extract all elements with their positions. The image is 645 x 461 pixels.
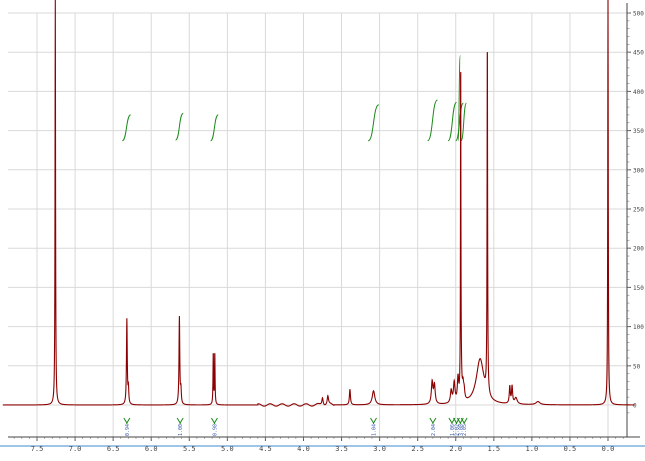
x-tick-label: 4.0 (297, 445, 310, 453)
x-tick-label: 5.5 (183, 445, 196, 453)
x-tick-label: 6.0 (145, 445, 158, 453)
x-tick-label: 3.5 (335, 445, 348, 453)
x-tick-label: 3.0 (373, 445, 386, 453)
integral-value-label: 0.94 (125, 424, 131, 436)
nmr-spectrum-chart: 0.94 1.00 0.98 1.04 2.04 1.06 2.02 3.08 2.05 7.5… (0, 0, 645, 457)
y-tick-label: 200 (633, 246, 644, 253)
x-tick-label: 0.0 (602, 445, 615, 453)
chart-background (0, 0, 645, 457)
integral-value-label: 0.98 (212, 424, 218, 436)
y-tick-label: 450 (633, 50, 644, 57)
y-tick-label: 250 (633, 207, 644, 214)
x-tick-label: 7.0 (69, 445, 82, 453)
x-tick-label: 5.0 (221, 445, 234, 453)
y-tick-label: 50 (633, 363, 641, 370)
x-tick-label: 2.0 (449, 445, 462, 453)
integral-value-label: 1.04 (372, 424, 378, 436)
y-tick-label: 0 (633, 403, 637, 410)
x-tick-label: 1.5 (487, 445, 500, 453)
integral-value-label: 2.04 (431, 424, 437, 436)
y-tick-label: 100 (633, 324, 644, 331)
integral-value-label: 2.05 (462, 424, 468, 436)
y-tick-label: 500 (633, 11, 644, 18)
y-tick-label: 150 (633, 285, 644, 292)
x-tick-label: 0.5 (564, 445, 577, 453)
x-tick-label: 2.5 (411, 445, 424, 453)
x-tick-label: 7.5 (31, 445, 44, 453)
integral-value-label: 1.00 (178, 424, 184, 436)
x-tick-label: 6.5 (107, 445, 120, 453)
y-tick-label: 300 (633, 167, 644, 174)
y-tick-label: 400 (633, 89, 644, 96)
x-tick-label: 1.0 (526, 445, 539, 453)
chart-canvas: 0.94 1.00 0.98 1.04 2.04 1.062.023.082.05 7.5… (0, 0, 645, 457)
x-tick-label: 4.5 (259, 445, 272, 453)
y-tick-label: 350 (633, 128, 644, 135)
